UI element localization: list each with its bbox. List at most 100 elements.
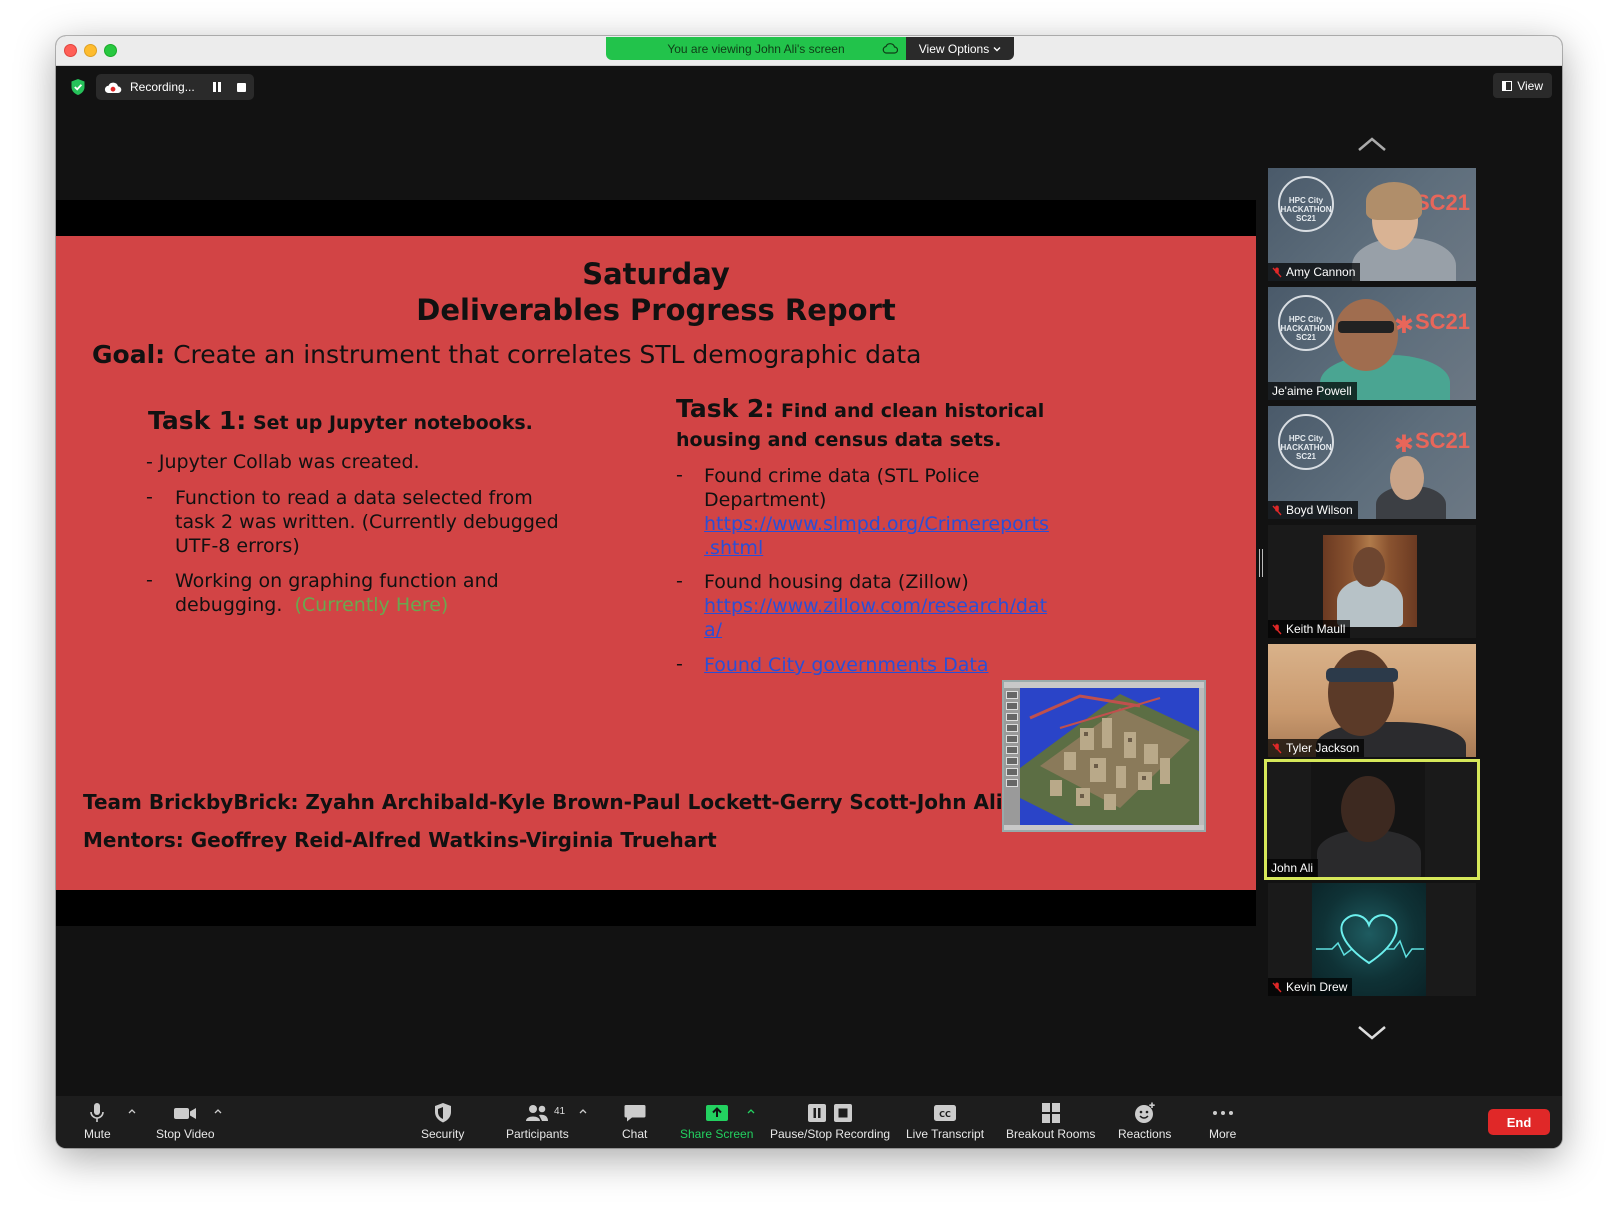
chevron-down-icon[interactable]: [1357, 1024, 1387, 1040]
participant-name: Tyler Jackson: [1286, 741, 1360, 755]
pause-recording-icon[interactable]: [212, 82, 221, 92]
breakout-rooms-button[interactable]: Breakout Rooms: [1006, 1102, 1095, 1141]
goal-text: Create an instrument that correlates STL…: [173, 340, 922, 369]
city-map-image: [1020, 694, 1203, 828]
slmpd-link-cont[interactable]: .shtml: [704, 537, 763, 559]
slide-title-line1: Saturday: [582, 257, 730, 291]
task1-bullet1-line1: Function to read a data selected from: [175, 487, 533, 509]
slmpd-link[interactable]: https://www.slmpd.org/Crimereports: [704, 513, 1049, 535]
video-camera-icon: [174, 1108, 197, 1119]
stop-recording-icon[interactable]: [236, 82, 246, 92]
share-screen-icon: [705, 1105, 728, 1121]
sc21-logo: SC21: [1414, 428, 1470, 453]
task2-heading-line1-wrap: Task 2: Find and clean historical: [676, 394, 1044, 426]
meeting-status-bar: Recording...: [70, 74, 254, 100]
video-tile-kevin-drew[interactable]: Kevin Drew: [1268, 883, 1476, 996]
chat-label: Chat: [622, 1127, 648, 1141]
task1-bullet2-line2: debugging.: [175, 594, 283, 616]
recording-indicator: Recording...: [96, 74, 254, 100]
chevron-down-icon: [993, 46, 1001, 51]
hackathon-logo: HPC City HACKATHON SC21: [1278, 295, 1334, 351]
mic-off-icon: [1272, 505, 1282, 515]
video-tile-tyler-jackson[interactable]: Tyler Jackson: [1268, 644, 1476, 757]
task1-dash-1: -: [146, 486, 153, 508]
participant-name-tag: Kevin Drew: [1268, 978, 1353, 996]
end-meeting-button[interactable]: End: [1488, 1109, 1550, 1135]
view-button-label: View: [1517, 78, 1543, 93]
city-governments-link[interactable]: Found City governments Data: [704, 654, 988, 676]
view-options-button[interactable]: View Options: [906, 37, 1014, 60]
mentors-line: Mentors: Geoffrey Reid-Alfred Watkins-Vi…: [83, 828, 717, 852]
stop-video-button[interactable]: Stop Video: [156, 1102, 215, 1141]
more-button[interactable]: More: [1209, 1102, 1236, 1141]
task2-bullet2: Found housing data (Zillow) https://www.…: [704, 570, 1047, 642]
reactions-button[interactable]: Reactions: [1118, 1102, 1171, 1141]
task2-bullet1: Found crime data (STL Police Department)…: [704, 464, 1049, 560]
chat-bubble-icon: [624, 1105, 646, 1122]
video-options-caret-icon[interactable]: [214, 1108, 222, 1114]
task1-dash-2: -: [146, 569, 153, 591]
participant-name: Boyd Wilson: [1286, 503, 1353, 517]
title-bar: You are viewing John Ali's screen View O…: [56, 36, 1562, 66]
svg-text:CC: CC: [939, 1110, 951, 1119]
video-tile-jeaime-powell[interactable]: HPC City HACKATHON SC21 ✱ SC21 Je'aime Pow…: [1268, 287, 1476, 400]
zillow-link-cont[interactable]: a/: [704, 619, 722, 641]
share-options-caret-icon[interactable]: [747, 1108, 755, 1114]
task1-bullet1-line2: task 2 was written. (Currently debugged: [175, 511, 559, 533]
participants-icon: [526, 1105, 549, 1121]
participants-count: 41: [554, 1106, 566, 1117]
task2-title-line1: Find and clean historical: [780, 400, 1045, 422]
video-tile-boyd-wilson[interactable]: HPC City HACKATHON SC21 ✱ SC21 Boyd Wilson: [1268, 406, 1476, 519]
participant-name-tag: Tyler Jackson: [1268, 739, 1365, 757]
task1-bullet1: Function to read a data selected from ta…: [175, 486, 559, 558]
video-tile-john-ali[interactable]: John Ali: [1264, 759, 1480, 880]
pause-stop-recording-label: Pause/Stop Recording: [770, 1127, 891, 1141]
recording-label: Recording...: [130, 80, 195, 94]
video-tile-amy-cannon[interactable]: HPC CityHACKATHONSC21 ✱ SC21 Amy Cannon: [1268, 168, 1476, 281]
audio-options-caret-icon[interactable]: [128, 1108, 136, 1114]
task2-heading: Task 2: Find and clean historical housin…: [676, 394, 1044, 455]
security-label: Security: [421, 1127, 465, 1141]
task2-dash-2: -: [676, 570, 683, 592]
pause-stop-recording-button[interactable]: Pause/Stop Recording: [770, 1102, 890, 1141]
panel-resize-handle[interactable]: [1259, 549, 1263, 577]
chat-button[interactable]: Chat: [622, 1102, 647, 1141]
task2-dash-3: -: [676, 653, 683, 675]
viewing-banner: You are viewing John Ali's screen View O…: [606, 37, 1014, 60]
zillow-link[interactable]: https://www.zillow.com/research/dat: [704, 595, 1047, 617]
slide-title-line2: Deliverables Progress Report: [416, 293, 896, 327]
zoom-window-button[interactable]: [104, 44, 117, 57]
participant-name-tag: Je'aime Powell: [1268, 382, 1357, 400]
viewing-text-box: You are viewing John Ali's screen: [606, 37, 906, 60]
mute-button[interactable]: Mute: [84, 1102, 111, 1141]
mic-off-icon: [1272, 267, 1282, 277]
layout-icon: [1502, 80, 1513, 91]
meeting-toolbar: Mute Stop Video Security Participants 41…: [56, 1096, 1562, 1148]
minimize-window-button[interactable]: [84, 44, 97, 57]
task2-title-line2: housing and census data sets.: [676, 429, 1002, 451]
encryption-shield-icon[interactable]: [70, 78, 86, 96]
task1-bullet2-line2-wrap: debugging. (Currently Here): [175, 593, 499, 617]
participant-name: Kevin Drew: [1286, 980, 1348, 994]
task2-bullet3: Found City governments Data: [704, 653, 988, 677]
hackathon-logo: HPC City HACKATHON SC21: [1278, 176, 1334, 232]
live-transcript-button[interactable]: CC Live Transcript: [906, 1102, 984, 1141]
task1-bullet2-line1: Working on graphing function and: [175, 570, 499, 592]
cloud-recording-icon: [104, 82, 122, 93]
chevron-up-icon[interactable]: [1357, 136, 1387, 152]
security-button[interactable]: Security: [421, 1102, 464, 1141]
task1-bullet2: Working on graphing function and debuggi…: [175, 569, 499, 617]
video-tile-keith-maull[interactable]: Keith Maull: [1268, 525, 1476, 638]
participant-name-tag: Boyd Wilson: [1268, 501, 1358, 519]
security-shield-icon: [434, 1103, 451, 1123]
presentation-slide: Saturday Deliverables Progress Report Go…: [56, 236, 1256, 890]
participants-options-caret-icon[interactable]: [579, 1108, 587, 1114]
close-window-button[interactable]: [64, 44, 77, 57]
view-button[interactable]: View: [1493, 73, 1552, 98]
participant-name: Je'aime Powell: [1272, 384, 1352, 398]
share-screen-button[interactable]: Share Screen: [680, 1102, 753, 1141]
more-dots-icon: [1212, 1111, 1233, 1115]
task1-intro: - Jupyter Collab was created.: [146, 451, 420, 473]
view-options-label: View Options: [918, 41, 990, 56]
task2-label: Task 2:: [676, 394, 775, 423]
